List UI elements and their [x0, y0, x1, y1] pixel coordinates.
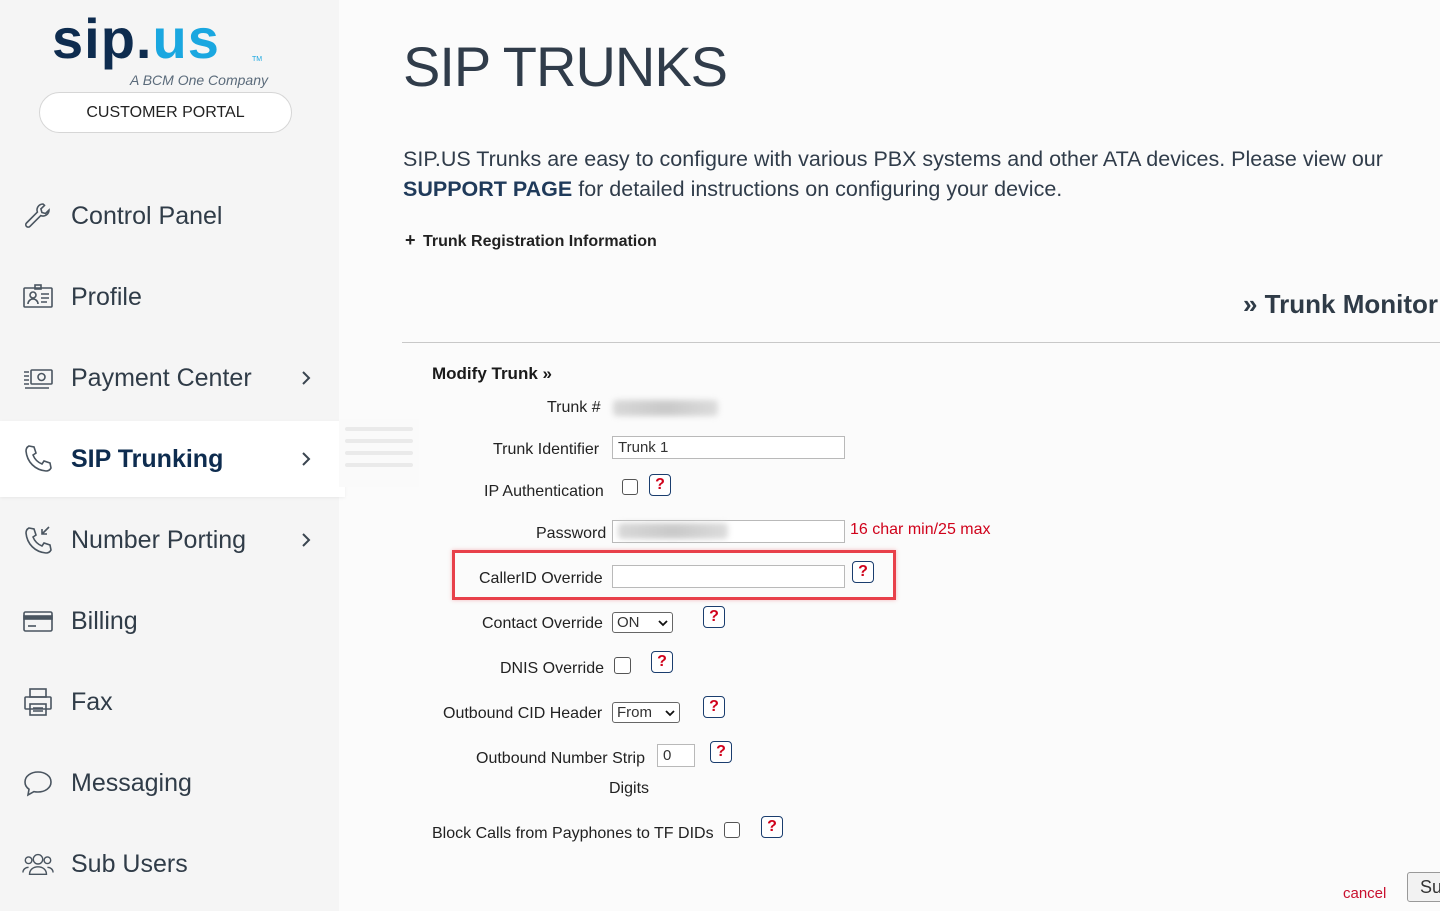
sidebar-item-billing[interactable]: Billing: [0, 583, 339, 659]
plus-icon: +: [405, 230, 416, 250]
callerid-override-help-button[interactable]: ?: [852, 561, 874, 583]
phone-icon: [22, 443, 54, 475]
sidebar-item-label: Sub Users: [71, 849, 188, 878]
outbound-number-strip-label-digits: Digits: [609, 780, 650, 797]
sidebar-item-label: Messaging: [71, 768, 192, 797]
ip-authentication-help-button[interactable]: ?: [649, 474, 671, 496]
sidebar-item-label: Fax: [71, 687, 113, 716]
contact-override-label: Contact Override: [482, 615, 603, 632]
ip-authentication-label: IP Authentication: [484, 483, 604, 500]
outbound-number-strip-label: Outbound Number Strip: [476, 750, 645, 767]
trunk-number-value-redacted: [613, 400, 718, 416]
sidebar-item-label: Profile: [71, 282, 142, 311]
intro-text-part: for detailed instructions on configuring…: [572, 177, 1063, 201]
sidebar: sip.us TM A BCM One Company CUSTOMER POR…: [0, 0, 345, 911]
trunk-identifier-input[interactable]: [612, 436, 845, 459]
block-payphones-label: Block Calls from Payphones to TF DIDs: [432, 825, 714, 842]
modify-trunk-heading: Modify Trunk »: [432, 364, 552, 383]
cash-icon: [22, 362, 54, 394]
outbound-cid-header-select[interactable]: From: [612, 702, 680, 723]
support-page-link[interactable]: SUPPORT PAGE: [403, 177, 572, 201]
sipus-logo[interactable]: sip.us TM A BCM One Company: [52, 7, 282, 90]
dnis-override-label: DNIS Override: [500, 660, 605, 677]
sidebar-item-messaging[interactable]: Messaging: [0, 745, 339, 821]
sidebar-item-control-panel[interactable]: Control Panel: [0, 178, 339, 254]
sidebar-item-label: Billing: [71, 606, 138, 635]
chevron-right-icon: [300, 530, 314, 550]
submit-button[interactable]: Submit: [1407, 872, 1440, 902]
sidebar-item-fax[interactable]: Fax: [0, 664, 339, 740]
id-card-icon: [22, 281, 54, 313]
callerid-override-label: CallerID Override: [479, 570, 603, 587]
block-payphones-checkbox[interactable]: [724, 822, 740, 838]
trunk-registration-toggle[interactable]: + Trunk Registration Information: [405, 230, 657, 251]
password-value-redacted: [618, 523, 728, 539]
submenu-flyout: [339, 419, 419, 487]
dnis-override-checkbox[interactable]: [614, 657, 631, 674]
divider: [402, 342, 1440, 343]
trademark-mark: TM: [252, 56, 263, 63]
trunk-identifier-label: Trunk Identifier: [493, 441, 600, 458]
sidebar-item-label: Control Panel: [71, 201, 223, 230]
dnis-override-help-button[interactable]: ?: [651, 651, 673, 673]
outbound-cid-header-label: Outbound CID Header: [443, 705, 603, 722]
logo-wordmark: sip.us: [52, 7, 220, 70]
logo-tagline: A BCM One Company: [130, 72, 268, 88]
outbound-cid-header-value: From: [617, 704, 652, 721]
password-label: Password: [536, 525, 607, 542]
customer-portal-button[interactable]: CUSTOMER PORTAL: [39, 92, 292, 133]
phone-incoming-icon: [22, 524, 54, 556]
contact-override-select[interactable]: ON: [612, 612, 673, 633]
cancel-link[interactable]: cancel: [1343, 885, 1386, 902]
sidebar-item-sip-trunking[interactable]: SIP Trunking: [0, 421, 345, 497]
outbound-number-strip-input[interactable]: [657, 744, 695, 767]
trunk-registration-label: Trunk Registration Information: [423, 233, 657, 250]
callerid-override-input[interactable]: [612, 565, 845, 588]
sidebar-item-number-porting[interactable]: Number Porting: [0, 502, 339, 578]
sidebar-item-payment-center[interactable]: Payment Center: [0, 340, 339, 416]
block-payphones-help-button[interactable]: ?: [761, 816, 783, 838]
outbound-cid-header-help-button[interactable]: ?: [703, 696, 725, 718]
chevron-down-icon: [665, 709, 675, 716]
chevron-down-icon: [658, 619, 668, 626]
sidebar-item-profile[interactable]: Profile: [0, 259, 339, 335]
password-hint: 16 char min/25 max: [850, 521, 991, 538]
chevron-right-icon: [300, 449, 314, 469]
intro-text-part: SIP.US Trunks are easy to configure with…: [403, 147, 1383, 171]
sidebar-item-label: Payment Center: [71, 363, 252, 392]
wrench-icon: [22, 200, 54, 232]
trunk-number-label: Trunk #: [547, 399, 601, 416]
printer-icon: [22, 686, 54, 718]
sidebar-item-sub-users[interactable]: Sub Users: [0, 826, 339, 902]
contact-override-help-button[interactable]: ?: [703, 606, 725, 628]
sidebar-item-label: Number Porting: [71, 525, 247, 554]
intro-text: SIP.US Trunks are easy to configure with…: [403, 144, 1440, 204]
page-title: SIP TRUNKS: [403, 35, 728, 98]
ip-authentication-checkbox[interactable]: [622, 479, 638, 495]
trunk-monitor-link[interactable]: » Trunk Monitor: [1243, 289, 1438, 320]
users-icon: [22, 848, 54, 880]
sidebar-item-label: SIP Trunking: [71, 444, 224, 473]
credit-card-icon: [22, 605, 54, 637]
chat-bubble-icon: [22, 767, 54, 799]
outbound-number-strip-help-button[interactable]: ?: [710, 741, 732, 763]
chevron-right-icon: [300, 368, 314, 388]
contact-override-value: ON: [617, 614, 640, 631]
